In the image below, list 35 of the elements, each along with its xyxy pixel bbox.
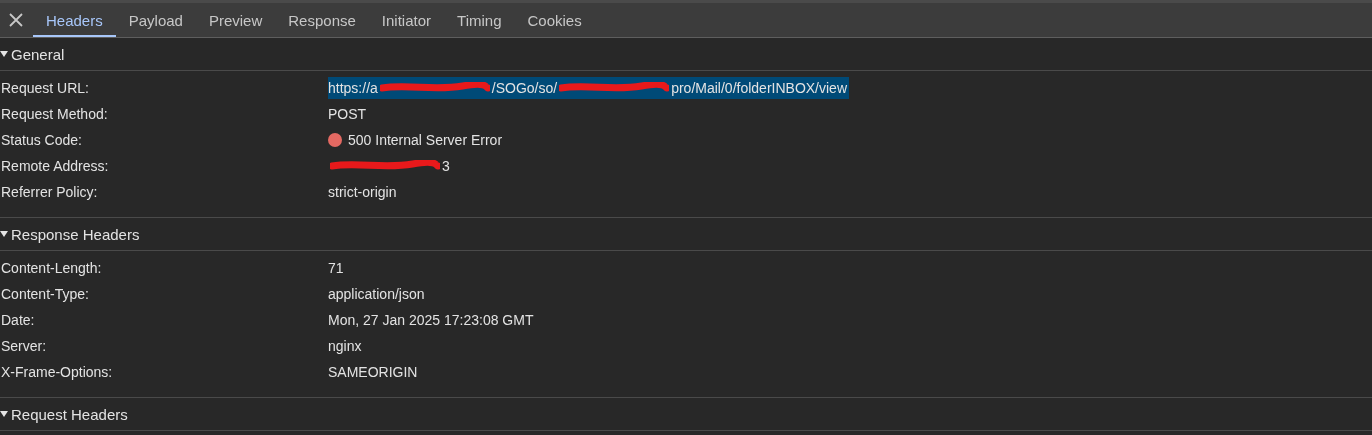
header-value: Mon, 27 Jan 2025 17:23:08 GMT <box>328 312 534 328</box>
header-name: Server: <box>0 338 48 354</box>
header-name: Content-Type: <box>0 286 90 302</box>
header-name: Request Method: <box>0 106 109 122</box>
tab[interactable]: Headers <box>33 5 116 37</box>
tab[interactable]: Cookies <box>514 5 595 37</box>
tab[interactable]: Payload <box>115 5 196 37</box>
header-value: nginx <box>328 338 362 354</box>
header-name: X-Frame-Options: <box>0 364 114 380</box>
disclosure-triangle-icon[interactable] <box>0 410 8 418</box>
header-name: Referrer Policy: <box>0 184 99 200</box>
section-title[interactable]: Response Headers <box>11 225 140 243</box>
header-name: Status Code: <box>0 132 83 148</box>
header-value: 500 Internal Server Error <box>348 132 503 148</box>
header-value: application/json <box>328 286 425 302</box>
disclosure-triangle-icon[interactable] <box>0 230 8 238</box>
disclosure-triangle-icon[interactable] <box>0 50 8 58</box>
header-value: /SOGo/so/ <box>491 80 558 96</box>
header-value: 71 <box>328 260 344 276</box>
section-title[interactable]: Request Headers <box>11 405 128 423</box>
header-value: 3 <box>442 158 450 174</box>
header-name: Request URL: <box>0 80 90 96</box>
header-name: Remote Address: <box>0 158 110 174</box>
header-value: SAMEORIGIN <box>328 364 418 380</box>
header-value: strict-origin <box>328 184 397 200</box>
header-name: Date: <box>0 312 36 328</box>
header-name: Content-Length: <box>0 260 103 276</box>
header-value: https://a <box>328 80 378 96</box>
tab[interactable]: Timing <box>444 5 515 37</box>
header-value: pro/Mail/0/folderINBOX/view <box>671 80 847 96</box>
tab[interactable]: Initiator <box>368 5 445 37</box>
tab[interactable]: Response <box>275 5 369 37</box>
section-title[interactable]: General <box>11 45 65 63</box>
tab[interactable]: Preview <box>195 5 276 37</box>
header-value: POST <box>328 106 367 122</box>
